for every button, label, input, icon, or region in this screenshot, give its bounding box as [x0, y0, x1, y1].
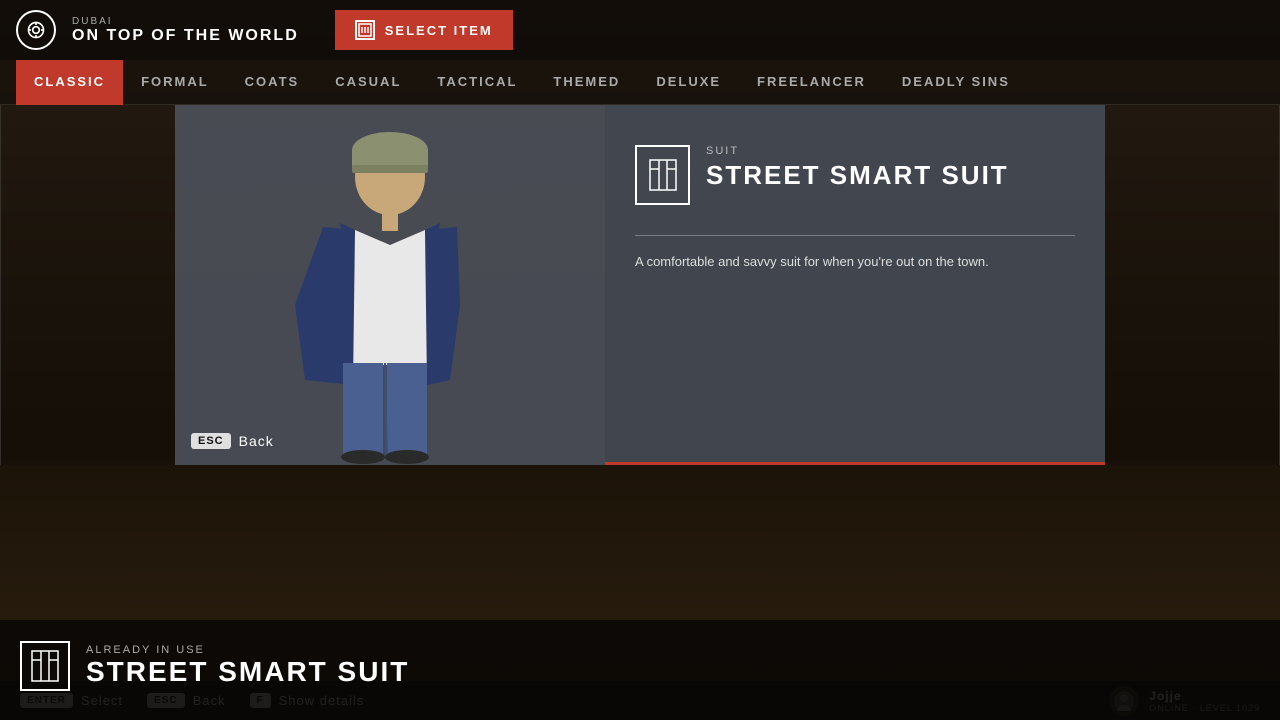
location-title: ON TOP OF THE WORLD — [72, 27, 299, 45]
esc-key-badge: ESC — [191, 433, 231, 449]
tab-classic[interactable]: CLASSIC — [16, 60, 123, 105]
left-carousel-item[interactable]: CLASSIC AGENT 17'S SIG... — [0, 105, 1, 465]
tab-formal[interactable]: FORMAL — [123, 60, 227, 105]
suit-category: SUIT — [706, 145, 1009, 157]
current-suit-icon — [20, 641, 70, 691]
location-sub: Dubai — [72, 16, 299, 27]
main-carousel-area: CLASSIC AGENT 17'S SIG... — [0, 105, 1280, 465]
tab-coats[interactable]: COATS — [227, 60, 318, 105]
suit-name: STREET SMART SUIT — [706, 161, 1009, 190]
suit-description: A comfortable and savvy suit for when yo… — [635, 252, 1075, 273]
item-icon-svg — [358, 23, 372, 37]
suit-title-block: SUIT STREET SMART SUIT — [706, 145, 1009, 190]
select-item-icon — [355, 20, 375, 40]
top-bar: Dubai ON TOP OF THE WORLD SELECT ITEM — [0, 0, 1280, 60]
select-item-label: SELECT ITEM — [385, 23, 493, 38]
detail-character-view: ESC Back — [175, 105, 605, 465]
suit-divider — [635, 235, 1075, 236]
tab-tactical[interactable]: TACTICAL — [419, 60, 535, 105]
bottom-section: ALREADY IN USE STREET SMART SUIT — [0, 620, 1280, 720]
tab-themed[interactable]: THEMED — [535, 60, 638, 105]
location-icon — [16, 10, 56, 50]
tab-freelancer[interactable]: FREELANCER — [739, 60, 884, 105]
target-icon — [26, 20, 46, 40]
back-button[interactable]: ESC Back — [191, 433, 274, 449]
currently-using: ALREADY IN USE STREET SMART SUIT — [20, 641, 1260, 691]
red-progress-bar — [605, 462, 1105, 465]
suit-icon-box — [635, 145, 690, 205]
detail-info-panel: SUIT STREET SMART SUIT A comfortable and… — [605, 105, 1105, 465]
category-bar: CLASSIC FORMAL COATS CASUAL TACTICAL THE… — [0, 60, 1280, 105]
suit-header: SUIT STREET SMART SUIT — [635, 145, 1075, 205]
tab-casual[interactable]: CASUAL — [317, 60, 419, 105]
tab-deadly-sins[interactable]: DEADLY SINS — [884, 60, 1028, 105]
tab-deluxe[interactable]: DELUXE — [638, 60, 739, 105]
select-item-button[interactable]: SELECT ITEM — [335, 10, 513, 50]
current-suit-info: ALREADY IN USE STREET SMART SUIT — [86, 644, 409, 688]
location-info: Dubai ON TOP OF THE WORLD — [72, 16, 299, 45]
already-in-use-label: ALREADY IN USE — [86, 644, 409, 656]
left-character-svg — [0, 105, 1, 465]
suit-icon — [649, 159, 677, 191]
current-suit-name: STREET SMART SUIT — [86, 656, 409, 688]
current-suit-icon-svg — [31, 650, 59, 682]
back-label: Back — [239, 433, 274, 449]
detail-overlay: ESC Back SUIT STREET SMART S — [175, 105, 1105, 465]
detail-character-svg — [175, 105, 605, 465]
